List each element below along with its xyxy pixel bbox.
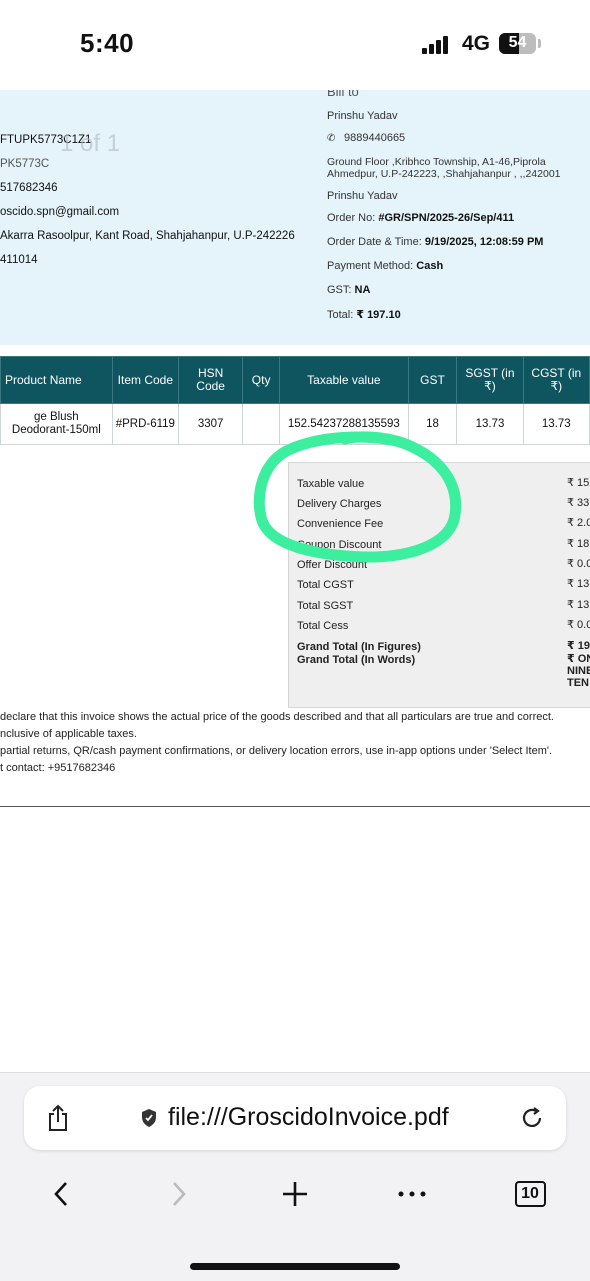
col-taxable-value: Taxable value	[279, 356, 409, 404]
page-indicator: 1 of 1	[60, 130, 121, 157]
summary-label: Offer Discount	[297, 559, 368, 571]
battery-icon: 54	[499, 33, 536, 54]
cell-cgst: 13.73	[522, 403, 590, 445]
page-bottom-border	[0, 806, 590, 807]
invoice-summary: Taxable value ₹ 152 Delivery Charges ₹ 3…	[288, 462, 590, 708]
seller-phone: 517682346	[0, 182, 58, 194]
summary-value: ₹ 13.	[567, 578, 590, 590]
total-label: Total:	[327, 309, 354, 321]
col-hsn-code: HSN Code	[177, 356, 244, 404]
payment-method-label: Payment Method:	[327, 260, 414, 272]
col-qty: Qty	[242, 356, 280, 404]
summary-value: ₹ 18.	[567, 538, 590, 550]
summary-value: ₹ 0.0	[567, 619, 590, 631]
payment-method-row: Payment Method: Cash	[327, 260, 443, 272]
gst-value: NA	[354, 284, 371, 296]
cell-item-code: #PRD-6119	[111, 403, 180, 445]
share-icon[interactable]	[42, 1102, 74, 1134]
shield-icon	[138, 1107, 160, 1129]
customer-name-secondary: Prinshu Yadav	[327, 190, 398, 202]
gst-row: GST: NA	[327, 284, 370, 296]
declaration-line: declare that this invoice shows the actu…	[0, 711, 554, 723]
declaration-line: nclusive of applicable taxes.	[0, 728, 137, 740]
invoice-page[interactable]: FTUPK5773C1Z1 PK5773C 517682346 oscido.s…	[0, 90, 590, 808]
order-number-row: Order No: #GR/SPN/2025-26/Sep/411	[327, 212, 514, 224]
col-item-code: Item Code	[111, 356, 180, 404]
network-type: 4G	[462, 32, 491, 55]
customer-name: Prinshu Yadav	[327, 110, 398, 122]
summary-label: Taxable value	[297, 478, 365, 490]
tabs-button[interactable]: 10	[512, 1179, 548, 1209]
col-cgst: CGST (in ₹)	[522, 356, 590, 404]
cell-qty	[242, 403, 280, 445]
gst-label: GST:	[327, 284, 352, 296]
order-date: 9/19/2025, 12:08:59 PM	[424, 236, 544, 248]
url-text[interactable]: file:///GroscidoInvoice.pdf	[168, 1103, 449, 1132]
items-table: Product Name Item Code HSN Code Qty Taxa…	[0, 356, 590, 445]
seller-fssai: 411014	[0, 254, 38, 266]
summary-label: Total SGST	[297, 600, 354, 612]
declaration-line: partial returns, QR/cash payment confirm…	[0, 745, 553, 757]
declaration-line: t contact: +9517682346	[0, 762, 116, 774]
grand-total-words-label: Grand Total (In Words)	[297, 654, 416, 666]
pdf-viewer-background	[0, 808, 590, 1072]
cell-hsn: 3307	[177, 403, 244, 445]
col-gst: GST	[407, 356, 458, 404]
total-row: Total: ₹ 197.10	[327, 308, 401, 321]
seller-email: oscido.spn@gmail.com	[0, 206, 120, 218]
browser-toolbar: file:///GroscidoInvoice.pdf 10	[0, 1072, 590, 1281]
grand-total-figures: ₹ 197	[567, 640, 590, 652]
customer-address: Ground Floor ,Kribhco Township, A1-46,Pi…	[327, 156, 561, 180]
grand-total-words-line: NINE	[567, 665, 590, 677]
summary-label: Coupon Discount	[297, 539, 382, 551]
reload-icon[interactable]	[518, 1104, 546, 1132]
status-time: 5:40	[80, 28, 135, 58]
seller-pan: PK5773C	[0, 158, 50, 170]
order-date-row: Order Date & Time: 9/19/2025, 12:08:59 P…	[327, 236, 543, 248]
summary-value: ₹ 2.0	[567, 517, 590, 529]
phone-icon: ✆	[327, 133, 336, 144]
table-row: ge Blush Deodorant-150ml #PRD-6119 3307 …	[0, 403, 590, 445]
cell-product: ge Blush Deodorant-150ml	[0, 403, 113, 445]
payment-method: Cash	[416, 260, 444, 272]
grand-total-words-line: TEN	[567, 677, 589, 689]
order-date-label: Order Date & Time:	[327, 236, 422, 248]
forward-icon[interactable]	[164, 1179, 194, 1209]
grand-total-words-line: ₹ ON	[567, 653, 590, 665]
summary-label: Total Cess	[297, 620, 349, 632]
summary-label: Total CGST	[297, 579, 354, 591]
summary-value: ₹ 152	[567, 477, 590, 489]
col-sgst: SGST (in ₹)	[456, 356, 524, 404]
bill-to-title: Bill to	[327, 90, 359, 99]
seller-address: Akarra Rasoolpur, Kant Road, Shahjahanpu…	[0, 230, 295, 242]
col-product-name: Product Name	[0, 356, 113, 404]
battery-tip	[538, 39, 541, 48]
order-number: #GR/SPN/2025-26/Sep/411	[378, 212, 515, 224]
cell-gst: 18	[407, 403, 458, 445]
address-bar[interactable]: file:///GroscidoInvoice.pdf	[24, 1086, 566, 1150]
total-value: ₹ 197.10	[356, 309, 401, 321]
cellular-signal-icon	[422, 34, 452, 54]
cell-taxable-value: 152.54237288135593	[279, 403, 409, 445]
cell-sgst: 13.73	[456, 403, 524, 445]
customer-phone: 9889440665	[344, 132, 406, 144]
summary-label: Convenience Fee	[297, 518, 384, 530]
new-tab-icon[interactable]	[280, 1179, 310, 1209]
order-number-label: Order No:	[327, 212, 376, 224]
tab-count: 10	[514, 1181, 546, 1207]
back-icon[interactable]	[46, 1179, 76, 1209]
summary-value: ₹ 0.0	[567, 558, 590, 570]
status-bar: 5:40 4G 54	[0, 0, 590, 90]
battery-level: 54	[508, 34, 527, 51]
grand-total-figures-label: Grand Total (In Figures)	[297, 641, 421, 653]
summary-label: Delivery Charges	[297, 498, 382, 510]
more-icon[interactable]	[396, 1179, 428, 1209]
summary-value: ₹ 33.	[567, 497, 590, 509]
items-table-header: Product Name Item Code HSN Code Qty Taxa…	[0, 356, 590, 404]
home-indicator[interactable]	[190, 1263, 400, 1270]
summary-value: ₹ 13.	[567, 599, 590, 611]
customer-phone-row: ✆ 9889440665	[327, 132, 405, 144]
invoice-header: FTUPK5773C1Z1 PK5773C 517682346 oscido.s…	[0, 90, 590, 345]
